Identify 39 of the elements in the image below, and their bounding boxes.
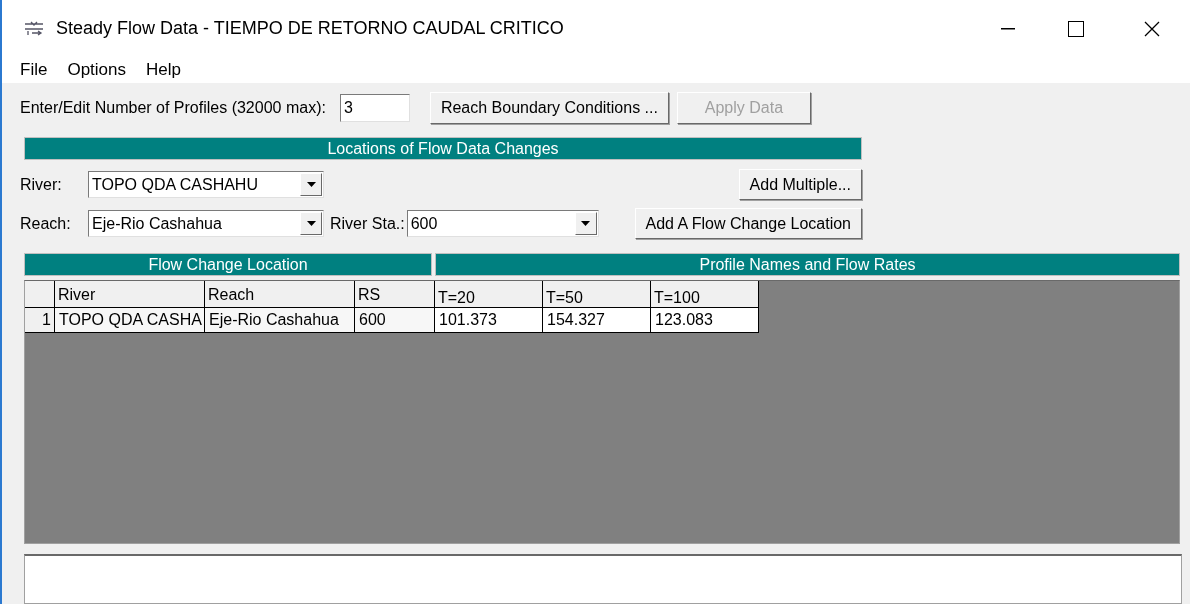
menu-item[interactable]: Options (67, 57, 126, 83)
table-cell: Eje-Rio Cashahua (205, 308, 355, 333)
action-button[interactable]: Add Multiple... (738, 169, 862, 200)
caret-icon (306, 182, 316, 187)
dropdown[interactable]: 600 (406, 210, 599, 237)
field-label: River: (20, 174, 63, 195)
toolbar-button[interactable]: Reach Boundary Conditions ... (429, 92, 669, 124)
table-cell: TOPO QDA CASHA (55, 308, 205, 333)
dropdown[interactable]: TOPO QDA CASHAHU (88, 171, 324, 198)
minimize-icon (1001, 27, 1015, 30)
menu-item[interactable]: File (20, 57, 48, 83)
table-cell: 154.327 (543, 308, 651, 333)
column-header: T=100 (651, 281, 759, 308)
section-header: Locations of Flow Data Changes (24, 137, 862, 160)
field-label: Reach: (20, 213, 72, 234)
field-label: River Sta.: (330, 213, 405, 234)
menu-item[interactable]: Help (146, 57, 181, 83)
caret-icon (581, 221, 591, 226)
dropdown[interactable]: Eje-Rio Cashahua (88, 210, 324, 237)
close-icon (1144, 20, 1160, 37)
table-cell: 101.373 (435, 308, 543, 333)
group-header: Flow Change Location (24, 253, 432, 276)
caret-icon (306, 221, 316, 226)
maximize-icon (1068, 20, 1084, 37)
column-header: RS (355, 281, 435, 308)
column-header: T=20 (435, 281, 543, 308)
window-title: Steady Flow Data - TIEMPO DE RETORNO CAUDAL CRITICO (56, 17, 564, 41)
column-header: Reach (205, 281, 355, 308)
column-header: T=50 (543, 281, 651, 308)
table-cell: 600 (355, 308, 435, 333)
column-header: River (55, 281, 205, 308)
table-cell: 123.083 (651, 308, 759, 333)
action-button[interactable]: Add A Flow Change Location (634, 208, 862, 239)
corner-cell (25, 281, 55, 308)
profiles-input[interactable]: 3 (339, 94, 410, 122)
app-icon (22, 20, 46, 37)
field-label: Enter/Edit Number of Profiles (32000 max): (20, 98, 326, 118)
row-number: 1 (25, 308, 55, 333)
group-header: Profile Names and Flow Rates (435, 253, 1180, 276)
